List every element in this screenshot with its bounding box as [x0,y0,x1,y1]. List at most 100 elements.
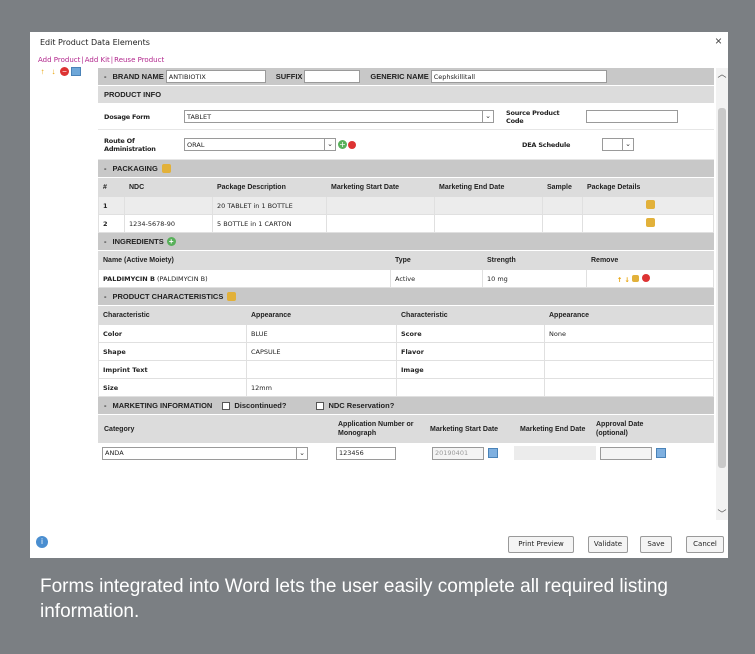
remove-ingredient-icon[interactable] [642,273,651,282]
characteristic-label: Color [98,324,247,343]
characteristic-value: None [544,324,714,343]
characteristic-label: Imprint Text [98,360,247,379]
remove-route-icon[interactable] [348,140,356,149]
move-up-icon[interactable]: ↑ [38,67,47,76]
package-start [326,196,435,215]
marketing-start-input[interactable]: 20190401 [432,446,484,460]
move-up-icon[interactable]: ↑ [617,276,622,284]
discontinued-checkbox[interactable] [222,401,231,410]
edit-icon[interactable] [632,274,640,282]
move-down-icon[interactable]: ↓ [625,276,630,284]
characteristic-value: 12mm [246,378,397,397]
col-category: Category [104,425,135,433]
add-ingredient-icon[interactable]: + [166,237,176,246]
table-row: Shape CAPSULE Flavor [98,342,714,361]
col-appearance-2: Appearance [544,306,714,325]
ingredient-strength: 10 mg [482,269,587,288]
marketing-title: MARKETING INFORMATION [112,401,213,410]
product-info-header: PRODUCT INFO [98,86,714,104]
col-type: Type [390,251,483,270]
ingredient-name-bold: PALDIMYCIN B [103,274,155,283]
chevron-down-icon: ⌄ [622,139,633,150]
chevron-down-icon: ⌄ [296,447,307,459]
generic-name-input[interactable]: Cephskillitall [430,70,607,83]
reuse-product-link[interactable]: Reuse Product [114,56,164,64]
product-toolbar: ↑ ↓ − [38,67,81,76]
scroll-up-icon[interactable]: ︿ [716,68,728,80]
col-ingredient-name: Name (Active Moiety) [98,251,391,270]
ingredient-name-rest: (PALDIMYCIN B) [154,274,208,283]
col-num: # [98,178,125,197]
discontinued-label: Discontinued? [234,401,287,410]
route-select[interactable]: ORAL ⌄ [184,138,336,151]
marketing-row: ANDA ⌄ 123456 20190401 [98,443,714,463]
col-application-number: Application Number or Monograph [338,421,414,437]
close-button[interactable]: × [715,34,722,48]
col-characteristic-2: Characteristic [396,306,545,325]
package-ndc [124,196,213,215]
generic-name-label: GENERIC NAME [370,72,429,81]
ingredients-title: INGREDIENTS [112,237,164,246]
brand-name-input[interactable]: ANTIBIOTIX [165,70,266,83]
copy-icon[interactable] [71,67,81,76]
package-ndc: 1234-5678-90 [124,214,213,233]
dea-schedule-select[interactable]: ⌄ [602,138,634,151]
print-preview-button[interactable]: Print Preview [508,536,574,553]
brand-row: - BRAND NAME ANTIBIOTIX SUFFIX GENERIC N… [98,68,714,86]
edit-characteristics-icon[interactable] [227,292,237,301]
ndc-reservation-checkbox[interactable] [316,401,325,410]
ndc-reservation-label: NDC Reservation? [328,401,395,410]
edit-package-icon[interactable] [645,200,655,209]
marketing-end-cell [514,446,596,460]
characteristics-title: PRODUCT CHARACTERISTICS [112,292,224,301]
table-row: 2 1234-5678-90 5 BOTTLE in 1 CARTON [98,214,714,233]
package-end [434,214,543,233]
characteristic-label [396,378,545,397]
ingredients-table: Name (Active Moiety) Type Strength Remov… [98,251,714,288]
source-product-code-label: Source Product Code [506,108,560,125]
package-sample [542,214,583,233]
packaging-title: PACKAGING [112,164,158,173]
move-down-icon[interactable]: ↓ [49,67,58,76]
add-kit-link[interactable]: Add Kit [85,56,110,64]
chevron-down-icon: ⌄ [482,111,493,122]
characteristic-label: Size [98,378,247,397]
suffix-input[interactable] [304,70,361,83]
cancel-button[interactable]: Cancel [686,536,724,553]
scroll-thumb[interactable] [718,108,726,468]
col-remove: Remove [586,251,714,270]
add-product-link[interactable]: Add Product [38,56,80,64]
col-appearance: Appearance [246,306,397,325]
brand-name-label: BRAND NAME [112,72,164,81]
calendar-icon[interactable] [656,448,666,458]
source-product-code-input[interactable] [586,110,678,123]
characteristic-value: CAPSULE [246,342,397,361]
vertical-scrollbar[interactable]: ︿ ﹀ [716,68,728,520]
application-number-input[interactable]: 123456 [336,446,396,460]
characteristic-value: BLUE [246,324,397,343]
dea-schedule-label: DEA Schedule [522,140,571,149]
package-details-cell [582,196,714,215]
col-package-details: Package Details [582,178,714,197]
validate-button[interactable]: Validate [588,536,628,553]
marketing-header: - MARKETING INFORMATION Discontinued? NDC… [98,397,714,415]
add-package-icon[interactable] [161,164,171,173]
scroll-down-icon[interactable]: ﹀ [716,508,728,520]
ingredient-actions: ↑ ↓ [586,269,714,288]
approval-date-input[interactable] [600,446,652,460]
ingredient-name: PALDIMYCIN B (PALDIMYCIN B) [98,269,391,288]
edit-package-icon[interactable] [645,218,655,227]
route-row: Route Of Administration ORAL ⌄ + DEA Sch… [98,130,714,160]
remove-icon[interactable]: − [60,67,69,76]
dosage-form-select[interactable]: TABLET ⌄ [184,110,494,123]
calendar-icon[interactable] [488,448,498,458]
frame: Edit Product Data Elements × Add Product… [0,0,755,654]
ingredient-type: Active [390,269,483,288]
add-route-icon[interactable]: + [338,140,347,149]
dialog-title: Edit Product Data Elements [40,38,150,47]
save-button[interactable]: Save [640,536,672,553]
help-icon[interactable]: i [36,536,48,548]
package-num: 2 [98,214,125,233]
category-select[interactable]: ANDA ⌄ [102,446,308,460]
packaging-table: # NDC Package Description Marketing Star… [98,178,714,233]
